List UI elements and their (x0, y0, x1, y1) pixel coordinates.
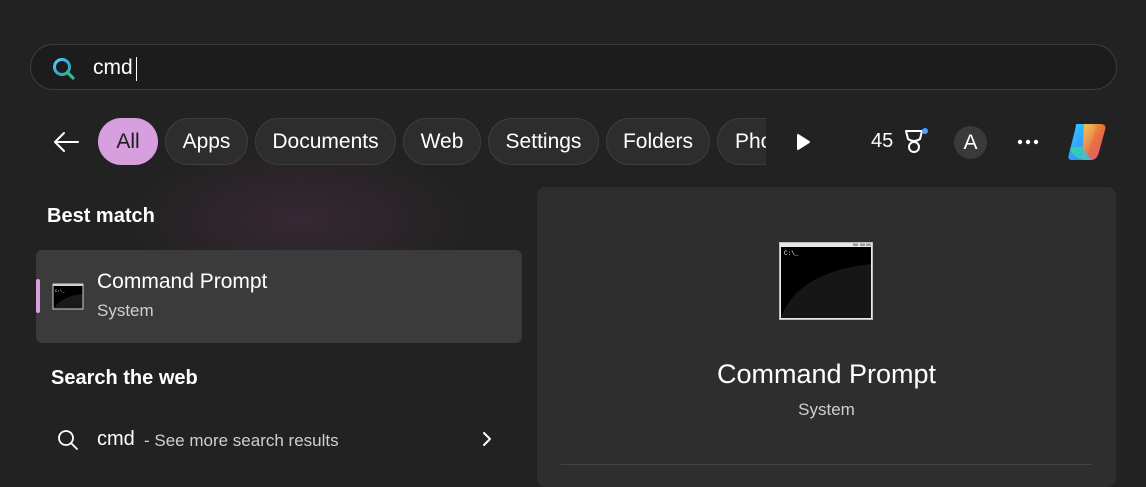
result-title: Command Prompt (97, 270, 268, 293)
command-prompt-icon: C:\_ (779, 242, 873, 320)
search-icon (53, 58, 75, 80)
command-prompt-icon: C:\_ (52, 283, 84, 310)
search-icon (58, 430, 78, 450)
result-subtitle: System (97, 301, 154, 320)
filter-all[interactable]: All (98, 118, 158, 165)
avatar[interactable]: A (954, 126, 987, 159)
preview-subtitle: System (798, 400, 855, 419)
web-query: cmd (97, 428, 135, 450)
selection-indicator (36, 279, 40, 313)
best-match-heading: Best match (47, 205, 155, 227)
back-arrow-icon[interactable] (48, 124, 84, 160)
best-match-item[interactable]: C:\_ Command Prompt System (36, 250, 522, 343)
copilot-icon[interactable] (1064, 120, 1110, 164)
preview-title: Command Prompt (716, 359, 937, 389)
filter-settings[interactable]: Settings (488, 118, 599, 165)
web-search-result[interactable]: cmd - See more search results (36, 414, 522, 464)
chevron-right-icon (483, 432, 491, 446)
preview-pane: C:\_ Command Prompt System (537, 187, 1116, 487)
divider (561, 464, 1092, 465)
filter-documents[interactable]: Documents (255, 118, 396, 165)
play-icon[interactable] (790, 128, 816, 156)
text-caret (136, 57, 137, 81)
search-input[interactable] (93, 53, 993, 83)
rewards-points[interactable]: 45 (871, 130, 893, 153)
filter-folders[interactable]: Folders (606, 118, 710, 165)
filter-apps[interactable]: Apps (165, 118, 248, 165)
filter-chips: All Apps Documents Web Settings Folders … (98, 118, 766, 166)
filter-web[interactable]: Web (403, 118, 481, 165)
trophy-icon[interactable] (901, 126, 929, 156)
search-web-heading: Search the web (51, 367, 198, 389)
search-box[interactable] (30, 44, 1117, 90)
filter-photos[interactable]: Pho (717, 118, 766, 165)
more-icon[interactable] (1014, 131, 1042, 153)
web-hint: - See more search results (144, 431, 339, 450)
svg-text:C:\_: C:\_ (784, 250, 799, 257)
svg-text:C:\_: C:\_ (55, 289, 65, 294)
